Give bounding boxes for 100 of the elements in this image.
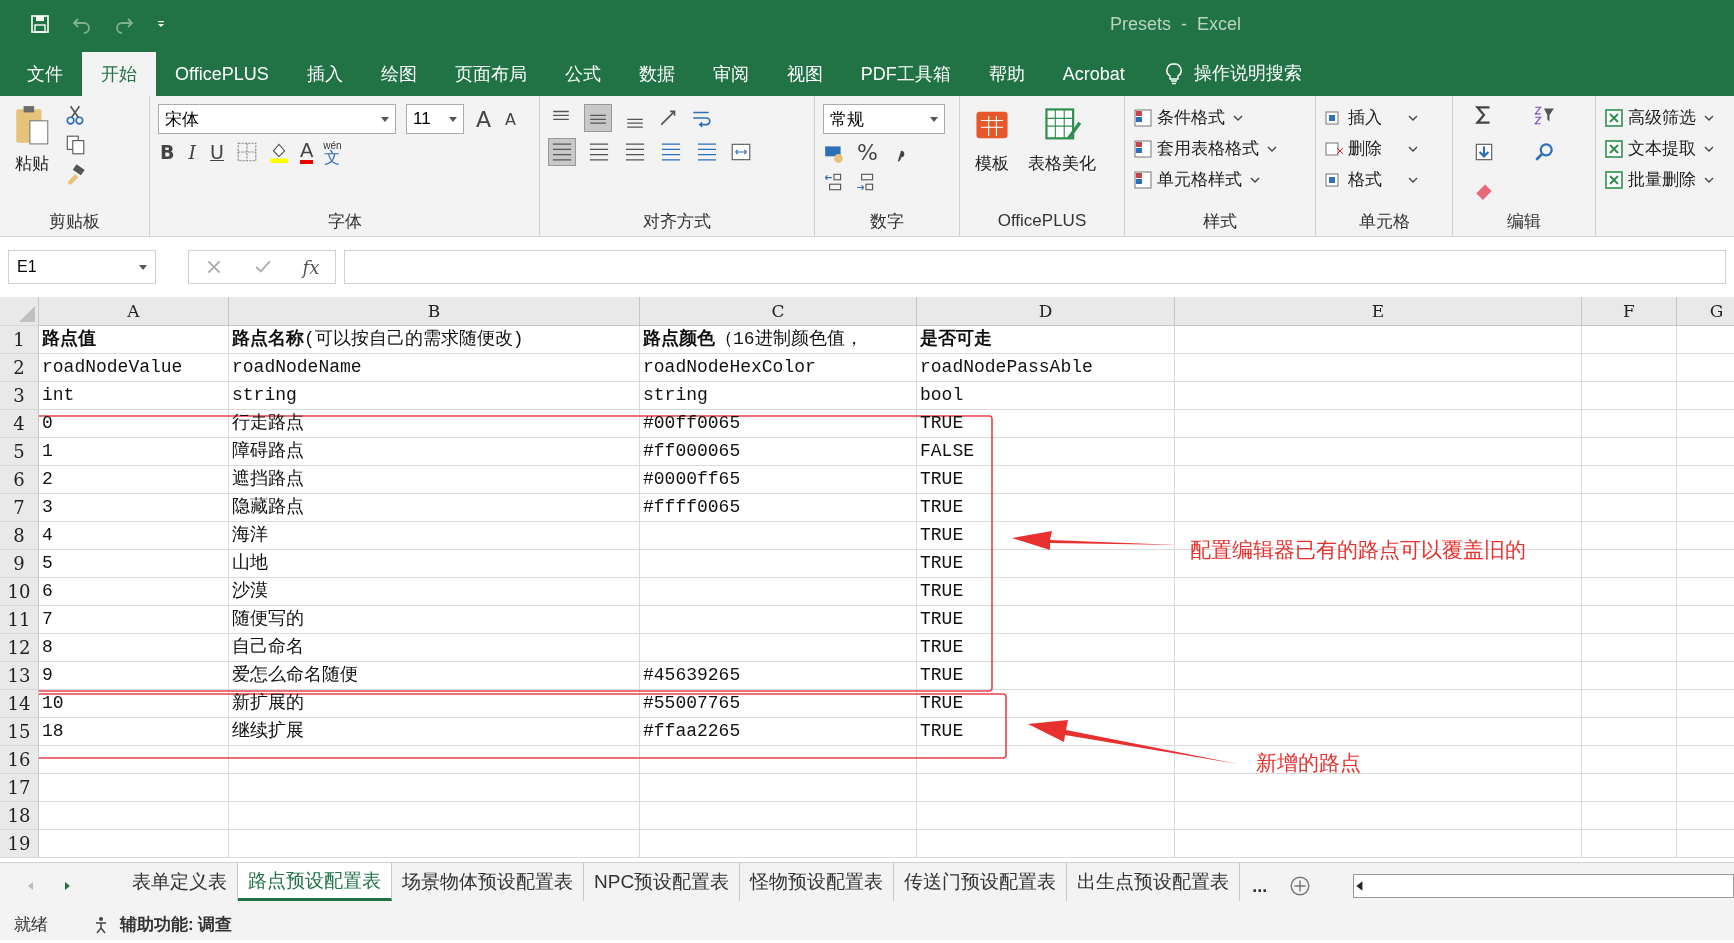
row-header[interactable]: 14 — [0, 690, 39, 718]
font-color-button[interactable]: A — [299, 140, 314, 164]
row-header[interactable]: 18 — [0, 802, 39, 830]
shrink-font-button[interactable]: A — [503, 109, 518, 129]
row-header[interactable]: 19 — [0, 830, 39, 858]
ribbon-button[interactable]: 格式 — [1324, 166, 1418, 193]
number-format-field[interactable]: 常规 — [823, 104, 945, 134]
column-header[interactable]: F — [1582, 297, 1677, 326]
row-header[interactable]: 10 — [0, 578, 39, 606]
font-size-field[interactable]: 11 — [406, 104, 464, 134]
chevron-down-icon — [1267, 145, 1277, 152]
scissors-icon[interactable] — [64, 104, 86, 126]
ribbon-tab[interactable]: OfficePLUS — [156, 52, 288, 96]
sheet-tab[interactable]: 场景物体预设配置表 — [392, 863, 584, 901]
ribbon-tab[interactable]: PDF工具箱 — [841, 52, 970, 96]
font-name-field[interactable]: 宋体 — [158, 104, 396, 134]
ribbon-button[interactable]: 批量删除 — [1604, 166, 1714, 193]
sheet-tab[interactable]: 路点预设配置表 — [238, 863, 392, 901]
ribbon-button[interactable]: 删除 — [1324, 135, 1418, 162]
row-header[interactable]: 6 — [0, 466, 39, 494]
ribbon-tab[interactable]: 公式 — [545, 52, 620, 96]
name-box[interactable]: E1 — [8, 250, 156, 284]
sheet-tab[interactable]: 怪物预设配置表 — [740, 863, 895, 901]
ribbon-button[interactable]: 插入 — [1324, 104, 1418, 131]
group-label: 样式 — [1203, 210, 1237, 233]
format-painter-icon[interactable] — [64, 164, 86, 186]
ribbon-button[interactable]: 单元格样式 — [1133, 166, 1260, 193]
row-header[interactable]: 8 — [0, 522, 39, 550]
table-cell: FALSE — [920, 441, 974, 461]
phonetic-guide-button[interactable]: wén 文 — [323, 140, 342, 164]
ribbon-tab[interactable]: 数据 — [619, 52, 694, 96]
ribbon-button[interactable]: 表格美化 — [1024, 104, 1100, 175]
row-header[interactable]: 7 — [0, 494, 39, 522]
column-header[interactable]: E — [1175, 297, 1582, 326]
ribbon-button[interactable]: 高级筛选 — [1604, 104, 1714, 131]
save-icon[interactable] — [30, 14, 50, 34]
grow-font-button[interactable]: A — [474, 106, 494, 132]
dropdown-arrow-icon[interactable] — [381, 116, 389, 122]
format-button[interactable]: U — [208, 141, 226, 163]
ribbon-tab[interactable]: 审阅 — [693, 52, 768, 96]
column-header[interactable]: C — [640, 297, 917, 326]
merge-center-icon[interactable] — [730, 141, 752, 163]
format-button[interactable]: B — [158, 141, 177, 163]
column-header[interactable]: D — [917, 297, 1175, 326]
fill-color-icon[interactable] — [267, 141, 290, 163]
row-header[interactable]: 3 — [0, 382, 39, 410]
column-header[interactable]: A — [39, 297, 229, 326]
insert-function-button[interactable]: fx — [302, 256, 320, 278]
column-header[interactable]: G — [1677, 297, 1734, 326]
row-header[interactable]: 11 — [0, 606, 39, 634]
ribbon-tab[interactable]: 帮助 — [969, 52, 1044, 96]
accessibility-status[interactable]: 辅助功能: 调查 — [120, 913, 233, 936]
column-header[interactable]: B — [229, 297, 640, 326]
row-header[interactable]: 1 — [0, 326, 39, 354]
row-header[interactable]: 16 — [0, 746, 39, 774]
row-header[interactable]: 4 — [0, 410, 39, 438]
sheet-tab[interactable]: 出生点预设配置表 — [1067, 863, 1241, 901]
ribbon-tab[interactable]: 文件 — [8, 52, 82, 96]
align-icon[interactable] — [584, 104, 612, 132]
format-button[interactable]: I — [186, 141, 198, 163]
ribbon-tab[interactable]: 插入 — [287, 52, 362, 96]
paste-button[interactable]: 粘贴 — [8, 104, 56, 175]
ribbon-button[interactable]: 条件格式 — [1133, 104, 1243, 131]
dropdown-arrow-icon[interactable] — [930, 116, 938, 122]
checkmark-icon[interactable] — [253, 258, 272, 276]
sort-filter-icon[interactable] — [1533, 104, 1555, 126]
row-header[interactable]: 2 — [0, 354, 39, 382]
sheet-tab[interactable]: 传送门预设配置表 — [894, 863, 1068, 901]
ribbon-button[interactable]: 模板 — [968, 104, 1016, 175]
sheet-tab[interactable]: NPC预设配置表 — [584, 863, 741, 901]
horizontal-scrollbar[interactable] — [1353, 874, 1734, 898]
ribbon-tab[interactable]: 开始 — [82, 52, 156, 96]
align-icon[interactable] — [548, 138, 576, 166]
row-header[interactable]: 15 — [0, 718, 39, 746]
customize-toolbar-icon[interactable] — [156, 19, 166, 29]
copy-icon[interactable] — [64, 134, 86, 156]
add-sheet-icon[interactable] — [1289, 875, 1312, 897]
dropdown-arrow-icon[interactable] — [139, 264, 147, 270]
more-sheets-button[interactable]: ... — [1252, 875, 1268, 897]
table-cell: #ffff0065 — [643, 497, 741, 517]
ribbon-tab[interactable]: 视图 — [767, 52, 842, 96]
ribbon-button[interactable]: 文本提取 — [1604, 135, 1714, 162]
table-cell: 4 — [42, 525, 53, 545]
percent-button[interactable]: % — [855, 140, 880, 165]
table-cell: 6 — [42, 581, 53, 601]
row-header[interactable]: 9 — [0, 550, 39, 578]
dropdown-arrow-icon[interactable] — [449, 116, 457, 122]
row-header[interactable]: 17 — [0, 774, 39, 802]
row-header[interactable]: 12 — [0, 634, 39, 662]
row-header[interactable]: 5 — [0, 438, 39, 466]
ribbon-tab[interactable]: Acrobat — [1043, 52, 1144, 96]
row-header[interactable]: 13 — [0, 662, 39, 690]
table-cell: 9 — [42, 665, 53, 685]
tell-me-search[interactable]: 操作说明搜索 — [1193, 61, 1302, 85]
next-sheet-icon[interactable] — [62, 881, 72, 891]
ribbon-button[interactable]: 套用表格格式 — [1133, 135, 1277, 162]
chevron-down-icon — [1408, 176, 1418, 183]
ribbon-tab[interactable]: 页面布局 — [435, 52, 546, 96]
ribbon-tab[interactable]: 绘图 — [361, 52, 436, 96]
formula-input-field[interactable] — [344, 250, 1726, 284]
